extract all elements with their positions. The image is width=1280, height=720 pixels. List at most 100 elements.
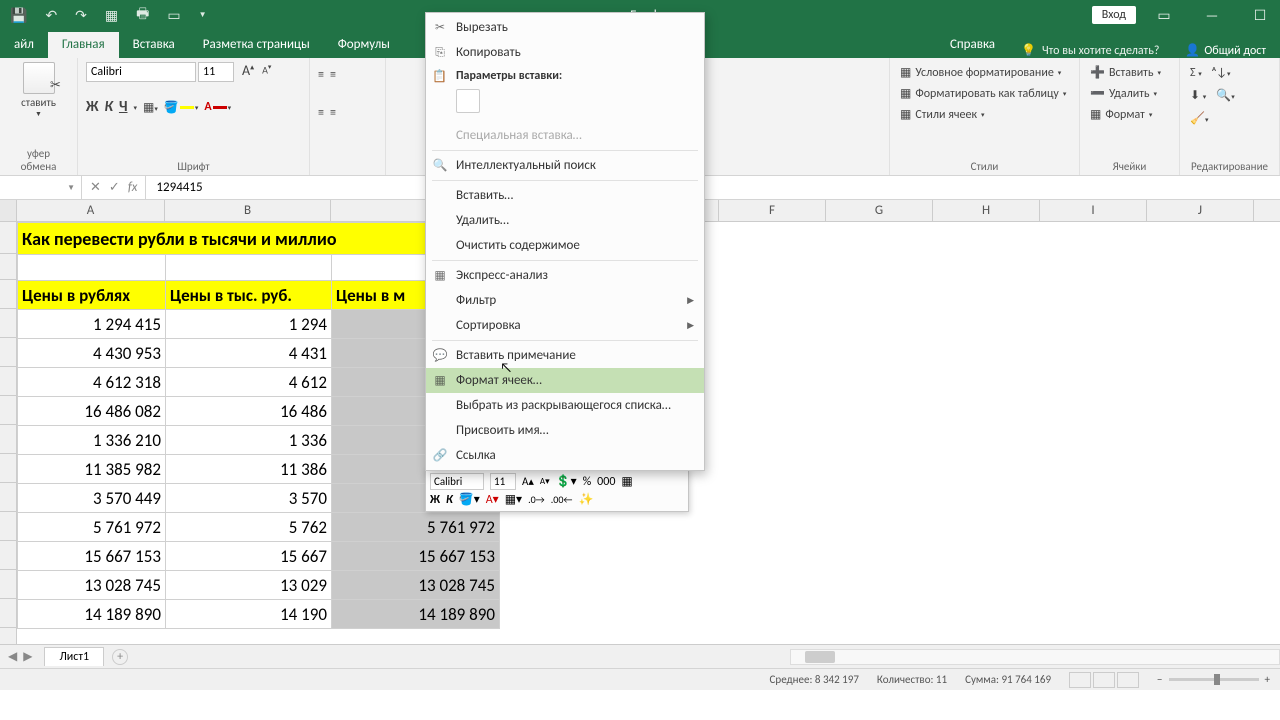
tab-page-layout[interactable]: Разметка страницы (189, 32, 324, 58)
column-header[interactable]: F (719, 200, 826, 221)
qat-icon-3[interactable]: ▭ (167, 7, 180, 24)
row-header[interactable] (0, 222, 17, 254)
cell[interactable]: 4 430 953 (18, 339, 166, 368)
menu-clear[interactable]: Очистить содержимое (426, 233, 704, 258)
mini-shrink-font-icon[interactable]: A▾ (540, 476, 550, 487)
fill-color-button[interactable]: 🪣▾ (164, 100, 198, 115)
column-header[interactable]: B (165, 200, 331, 221)
column-header[interactable]: I (1040, 200, 1147, 221)
mini-percent-icon[interactable]: % (583, 475, 592, 489)
column-header[interactable]: J (1147, 200, 1254, 221)
cell-header[interactable]: Цены в рублях (18, 281, 166, 310)
row-header[interactable] (0, 280, 17, 309)
paste-option-button[interactable] (456, 89, 480, 113)
menu-pick-from-list[interactable]: Выбрать из раскрывающегося списка… (426, 393, 704, 418)
zoom-out-icon[interactable]: − (1157, 673, 1162, 686)
tab-file[interactable]: айл (0, 32, 48, 58)
row-header[interactable] (0, 396, 17, 425)
cell[interactable]: 1 294 415 (18, 310, 166, 339)
mini-bold-button[interactable]: Ж (430, 493, 440, 507)
cell[interactable]: 5 761 972 (18, 513, 166, 542)
share-button[interactable]: 👤Общий дост (1171, 43, 1280, 58)
mini-font-color-button[interactable]: A▾ (486, 492, 499, 507)
cell[interactable]: 3 570 (166, 484, 332, 513)
cell[interactable]: 13 029 (166, 571, 332, 600)
save-icon[interactable]: 💾 (10, 7, 27, 24)
tab-home[interactable]: Главная (48, 32, 119, 58)
cell[interactable]: 13 028 745 (332, 571, 500, 600)
menu-quick-analysis[interactable]: ▦Экспресс-анализ (426, 263, 704, 288)
undo-icon[interactable]: ↶ (45, 7, 57, 24)
row-header[interactable] (0, 425, 17, 454)
cell[interactable]: 11 385 982 (18, 455, 166, 484)
menu-sort[interactable]: Сортировка▶ (426, 313, 704, 338)
menu-format-cells[interactable]: ▦Формат ячеек… (426, 368, 704, 393)
cells-delete-button[interactable]: ➖Удалить ▾ (1088, 83, 1171, 104)
menu-insert-comment[interactable]: 💬Вставить примечание (426, 343, 704, 368)
mini-fill-color-button[interactable]: 🪣▾ (459, 492, 480, 507)
mini-size-input[interactable] (490, 473, 516, 490)
autosum-icon[interactable]: Σ ▾ (1190, 66, 1202, 80)
row-header[interactable] (0, 483, 17, 512)
cell[interactable]: 16 486 082 (18, 397, 166, 426)
cell[interactable]: 1 336 210 (18, 426, 166, 455)
row-header[interactable] (0, 628, 17, 644)
redo-icon[interactable]: ↷ (75, 7, 87, 24)
view-page-layout-icon[interactable] (1093, 672, 1115, 688)
cell[interactable]: 15 667 (166, 542, 332, 571)
name-box[interactable]: ▼ (0, 176, 82, 199)
row-header[interactable] (0, 512, 17, 541)
formula-input[interactable]: 1294415 (146, 180, 1280, 195)
fill-icon[interactable]: ⬇ ▾ (1190, 88, 1206, 103)
mini-increase-decimal-icon[interactable]: .0→ (528, 493, 545, 506)
row-header[interactable] (0, 338, 17, 367)
tab-formulas[interactable]: Формулы (324, 32, 404, 58)
cell[interactable]: 5 761 972 (332, 513, 500, 542)
menu-cut[interactable]: ✂Вырезать (426, 15, 704, 40)
cell[interactable]: 15 667 153 (18, 542, 166, 571)
cell[interactable]: 5 762 (166, 513, 332, 542)
increase-font-icon[interactable]: A▴ (242, 62, 254, 82)
mini-italic-button[interactable]: К (446, 493, 453, 507)
cells-format-button[interactable]: ▦Формат ▾ (1088, 104, 1171, 125)
enter-icon[interactable]: ✓ (109, 180, 120, 195)
menu-insert[interactable]: Вставить… (426, 183, 704, 208)
row-header[interactable] (0, 254, 17, 280)
mini-grow-font-icon[interactable]: A▴ (522, 475, 534, 488)
view-normal-icon[interactable] (1069, 672, 1091, 688)
view-page-break-icon[interactable] (1117, 672, 1139, 688)
fx-icon[interactable]: fx (128, 180, 138, 195)
conditional-formatting-button[interactable]: ▦Условное форматирование ▾ (898, 62, 1071, 83)
mini-font-input[interactable] (430, 473, 484, 490)
zoom-slider[interactable] (1169, 678, 1259, 681)
align-top-icon[interactable]: ≡ (318, 68, 324, 82)
ribbon-display-icon[interactable]: ▭ (1144, 7, 1184, 24)
mini-decrease-decimal-icon[interactable]: .00← (551, 493, 573, 506)
italic-button[interactable]: К (105, 98, 113, 116)
cut-icon[interactable]: ✂ (50, 78, 61, 93)
clear-icon[interactable]: 🧹▾ (1190, 111, 1208, 126)
cell[interactable]: 3 570 449 (18, 484, 166, 513)
menu-paste-special[interactable]: Специальная вставка… (426, 123, 704, 148)
cell[interactable]: 15 667 153 (332, 542, 500, 571)
qat-dropdown-icon[interactable]: ▼ (199, 10, 207, 20)
select-all-corner[interactable] (0, 200, 17, 221)
menu-copy[interactable]: ⎘Копировать (426, 40, 704, 65)
column-header[interactable]: H (933, 200, 1040, 221)
minimize-icon[interactable]: — (1192, 7, 1232, 24)
cells-insert-button[interactable]: ➕Вставить ▾ (1088, 62, 1171, 83)
cell[interactable]: 14 190 (166, 600, 332, 629)
sort-filter-icon[interactable]: ᴬ↓▾ (1212, 66, 1231, 80)
cell[interactable]: 14 189 890 (332, 600, 500, 629)
border-button[interactable]: ▦▾ (143, 100, 158, 115)
tab-help[interactable]: Справка (936, 32, 1009, 58)
font-color-button[interactable]: A▾ (204, 100, 231, 114)
cell[interactable]: 4 612 (166, 368, 332, 397)
sheet-tab[interactable]: Лист1 (44, 647, 104, 666)
menu-link[interactable]: 🔗Ссылка (426, 443, 704, 468)
underline-button[interactable]: Ч (119, 98, 128, 116)
login-button[interactable]: Вход (1092, 6, 1136, 24)
cancel-icon[interactable]: ✕ (90, 180, 101, 195)
cell[interactable]: 1 336 (166, 426, 332, 455)
decrease-font-icon[interactable]: A▾ (262, 62, 271, 82)
